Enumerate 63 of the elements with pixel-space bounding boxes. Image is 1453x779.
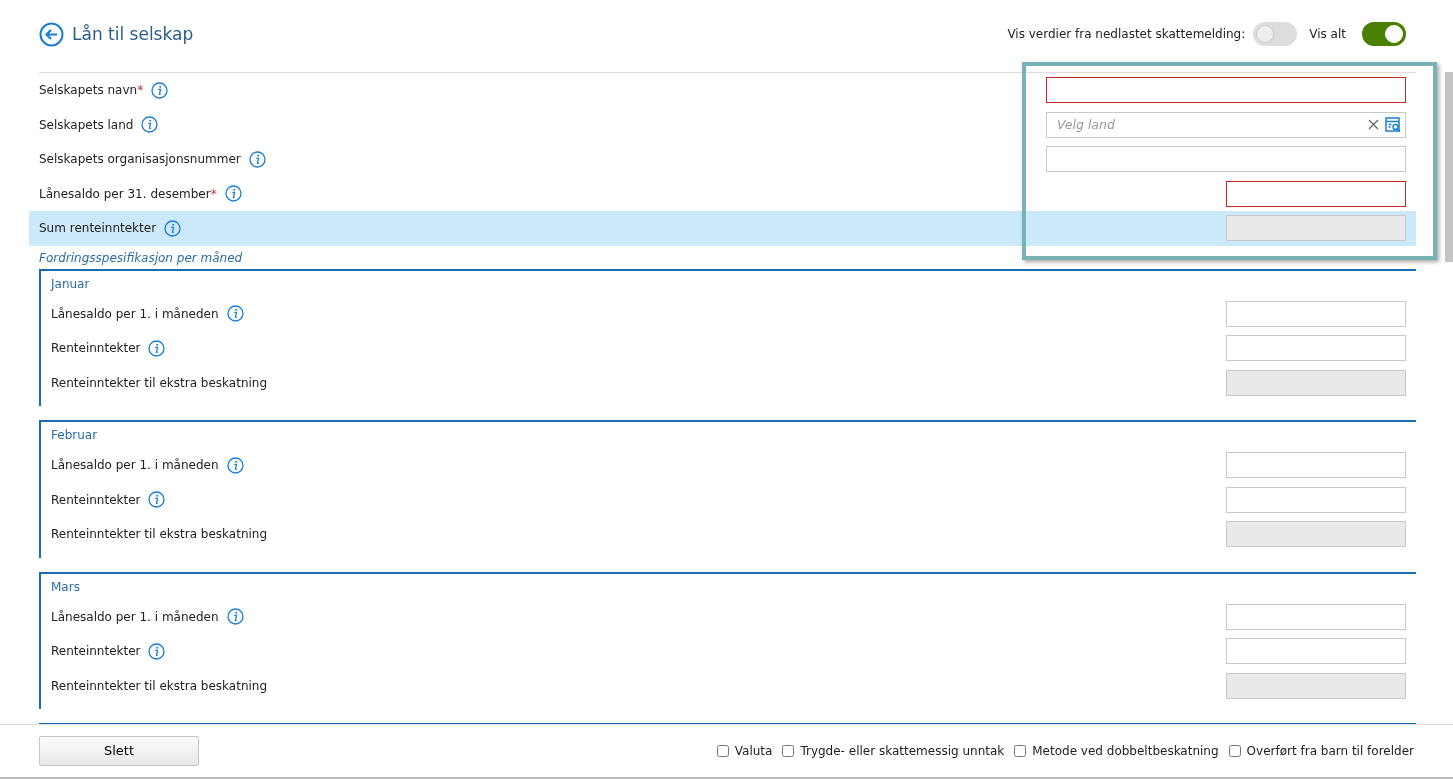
readonly-field[interactable] (1226, 215, 1406, 242)
toggle-label: Vis alt (1309, 26, 1346, 43)
amount-field[interactable] (1226, 452, 1406, 479)
month-title: Mars (51, 578, 81, 596)
field-label: Lånesaldo per 1. i måneden (51, 608, 219, 626)
field-label: Selskapets organisasjonsnummer (39, 151, 241, 169)
field-label: Selskapets land (39, 116, 134, 134)
scrollbar-thumb[interactable] (1445, 72, 1453, 262)
info-icon[interactable] (164, 219, 182, 237)
delete-button[interactable]: Slett (39, 736, 199, 766)
info-icon[interactable] (224, 185, 242, 203)
amount-field[interactable] (1226, 638, 1406, 665)
field-label: Renteinntekter til ekstra beskatning (51, 526, 268, 544)
required-mark: * (210, 185, 217, 203)
required-mark: * (137, 82, 144, 100)
field-label: Lånesaldo per 1. i måneden (51, 457, 219, 475)
amount-field[interactable] (1226, 180, 1406, 207)
amount-field[interactable] (1226, 486, 1406, 513)
field-label: Renteinntekter til ekstra beskatning (51, 677, 268, 695)
clear-icon[interactable] (1368, 119, 1379, 131)
info-icon[interactable] (226, 608, 244, 626)
info-icon[interactable] (148, 339, 166, 357)
field-label: Renteinntekter (51, 491, 141, 509)
field-label: Lånesaldo per 1. i måneden (51, 305, 219, 323)
checkbox[interactable] (716, 745, 729, 757)
amount-field[interactable] (1226, 335, 1406, 362)
search-list-icon[interactable] (1385, 116, 1401, 133)
field-label: Renteinntekter (51, 340, 141, 358)
checkbox-label: Overført fra barn til forelder (1246, 743, 1414, 760)
checkbox-label: Trygde- eller skattemessig unntak (800, 743, 1005, 760)
readonly-field[interactable] (1226, 521, 1406, 548)
info-icon[interactable] (148, 491, 166, 509)
amount-field[interactable] (1226, 603, 1406, 630)
readonly-field[interactable] (1226, 369, 1406, 396)
month-title: Februar (51, 427, 99, 444)
info-icon[interactable] (141, 116, 159, 134)
toggle-switch[interactable] (1362, 22, 1406, 46)
field-label: Renteinntekter (51, 643, 141, 661)
back-icon[interactable] (39, 22, 64, 48)
readonly-field[interactable] (1226, 672, 1406, 699)
checkbox[interactable] (1014, 745, 1027, 757)
toggle-switch[interactable] (1253, 22, 1298, 46)
info-icon[interactable] (151, 81, 169, 99)
month-title: Januar (51, 275, 91, 293)
info-icon[interactable] (226, 305, 244, 323)
page-title: Lån til selskap (72, 23, 194, 46)
field-label: Sum renteinntekter (39, 220, 157, 238)
country-lookup-field[interactable]: Velg land (1046, 111, 1406, 138)
checkbox[interactable] (782, 745, 795, 757)
text-field[interactable] (1046, 77, 1406, 104)
info-icon[interactable] (248, 150, 266, 168)
toggle-label: Vis verdier fra nedlastet skattemelding: (1007, 26, 1246, 43)
text-field[interactable] (1046, 146, 1406, 173)
section-title: Fordringsspesifikasjon per måned (39, 249, 244, 267)
checkbox-label: Metode ved dobbeltbeskatning (1032, 743, 1219, 760)
field-label: Lånesaldo per 31. desember (39, 185, 211, 203)
amount-field[interactable] (1226, 300, 1406, 327)
info-icon[interactable] (148, 642, 166, 660)
field-label: Selskapets navn (39, 82, 138, 100)
checkbox-label: Valuta (734, 743, 773, 760)
info-icon[interactable] (226, 456, 244, 474)
field-label: Renteinntekter til ekstra beskatning (51, 374, 268, 392)
checkbox[interactable] (1228, 745, 1241, 757)
